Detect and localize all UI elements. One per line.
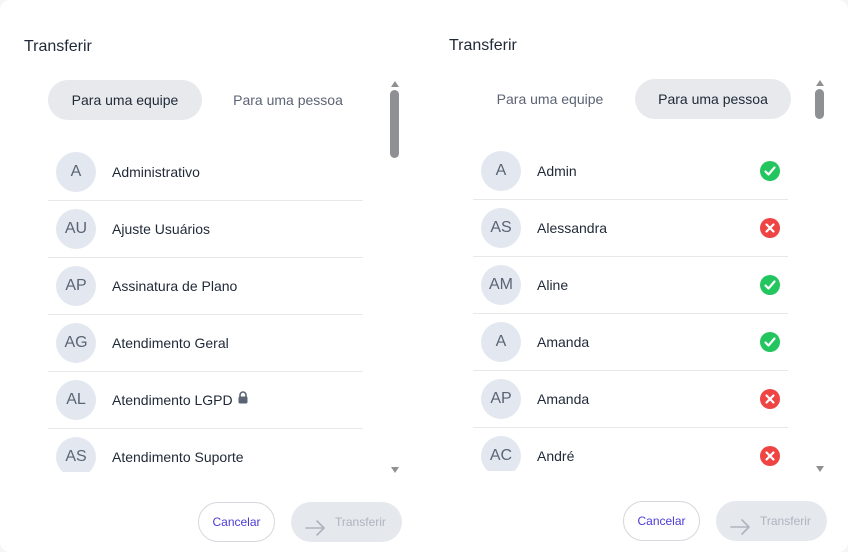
item-name: Administrativo	[112, 164, 200, 180]
transfer-button-label: Transferir	[760, 514, 811, 528]
item-name: Amanda	[537, 391, 590, 407]
list-item[interactable]: AG Atendimento Geral	[48, 315, 363, 372]
avatar: AC	[481, 436, 521, 471]
list-item[interactable]: AS Alessandra	[473, 200, 788, 257]
scrollbar[interactable]	[812, 73, 828, 472]
avatar: AM	[481, 265, 521, 305]
transfer-dialog-person: Transferir Para uma equipe Para uma pess…	[424, 0, 848, 552]
item-name: Amanda	[537, 334, 590, 350]
dialog-title: Transferir	[449, 37, 517, 54]
avatar: AS	[56, 437, 96, 472]
item-name: Aline	[537, 277, 569, 293]
avatar: A	[56, 152, 96, 192]
item-name: Admin	[537, 163, 577, 179]
list-item[interactable]: AM Aline	[473, 257, 788, 314]
list-item[interactable]: AU Ajuste Usuários	[48, 201, 363, 258]
offline-x-icon	[760, 446, 780, 466]
team-list: A Administrativo AU Ajuste Usuários AP A…	[48, 144, 363, 472]
scroll-thumb[interactable]	[390, 90, 399, 158]
arrow-right-icon	[305, 513, 327, 552]
avatar: AP	[56, 266, 96, 306]
list-item[interactable]: AP Amanda	[473, 371, 788, 428]
list-item[interactable]: AP Assinatura de Plano	[48, 258, 363, 315]
list-item[interactable]: A Amanda	[473, 314, 788, 371]
cancel-button[interactable]: Cancelar	[623, 501, 700, 541]
online-check-icon	[760, 332, 780, 352]
scroll-down-arrow-icon[interactable]	[815, 461, 825, 472]
transfer-button-label: Transferir	[335, 515, 386, 529]
arrow-right-icon	[730, 512, 752, 552]
scroll-down-arrow-icon[interactable]	[390, 462, 400, 473]
dialog-title: Transferir	[24, 38, 92, 55]
tab-person[interactable]: Para uma pessoa	[210, 80, 366, 120]
scrollbar[interactable]	[387, 74, 403, 473]
list-item[interactable]: A Administrativo	[48, 144, 363, 201]
item-name: Atendimento LGPD	[112, 392, 233, 408]
cancel-button[interactable]: Cancelar	[198, 502, 275, 542]
transfer-dialog-team: Transferir Para uma equipe Para uma pess…	[0, 0, 424, 552]
scroll-up-arrow-icon[interactable]	[815, 75, 825, 86]
avatar: A	[481, 322, 521, 362]
list-item[interactable]: A Admin	[473, 143, 788, 200]
item-name-wrap: Atendimento LGPD	[112, 372, 249, 429]
item-name: Alessandra	[537, 220, 608, 236]
avatar: AS	[481, 208, 521, 248]
scroll-thumb[interactable]	[815, 89, 824, 119]
transfer-type-tabs: Para uma equipe Para uma pessoa	[48, 80, 364, 120]
tab-team[interactable]: Para uma equipe	[48, 80, 202, 120]
scroll-up-arrow-icon[interactable]	[390, 76, 400, 87]
person-list: A Admin AS Alessandra AM Aline A Amanda …	[473, 143, 788, 471]
tab-team[interactable]: Para uma equipe	[473, 79, 627, 119]
item-name: Atendimento Geral	[112, 335, 229, 351]
avatar: AU	[56, 209, 96, 249]
list-item[interactable]: AS Atendimento Suporte	[48, 429, 363, 472]
offline-x-icon	[760, 389, 780, 409]
avatar: AL	[56, 380, 96, 420]
transfer-button[interactable]: Transferir	[291, 502, 402, 542]
list-item[interactable]: AC André	[473, 428, 788, 471]
avatar: A	[481, 151, 521, 191]
transfer-type-tabs: Para uma equipe Para uma pessoa	[473, 79, 791, 119]
list-item[interactable]: AL Atendimento LGPD	[48, 372, 363, 429]
online-check-icon	[760, 275, 780, 295]
item-name: Ajuste Usuários	[112, 221, 211, 237]
tab-person[interactable]: Para uma pessoa	[635, 79, 791, 119]
online-check-icon	[760, 161, 780, 181]
offline-x-icon	[760, 218, 780, 238]
transfer-button[interactable]: Transferir	[716, 501, 827, 541]
lock-icon	[237, 371, 249, 428]
avatar: AP	[481, 379, 521, 419]
item-name: Assinatura de Plano	[112, 278, 238, 294]
avatar: AG	[56, 323, 96, 363]
item-name: Atendimento Suporte	[112, 449, 244, 465]
item-name: André	[537, 448, 575, 464]
